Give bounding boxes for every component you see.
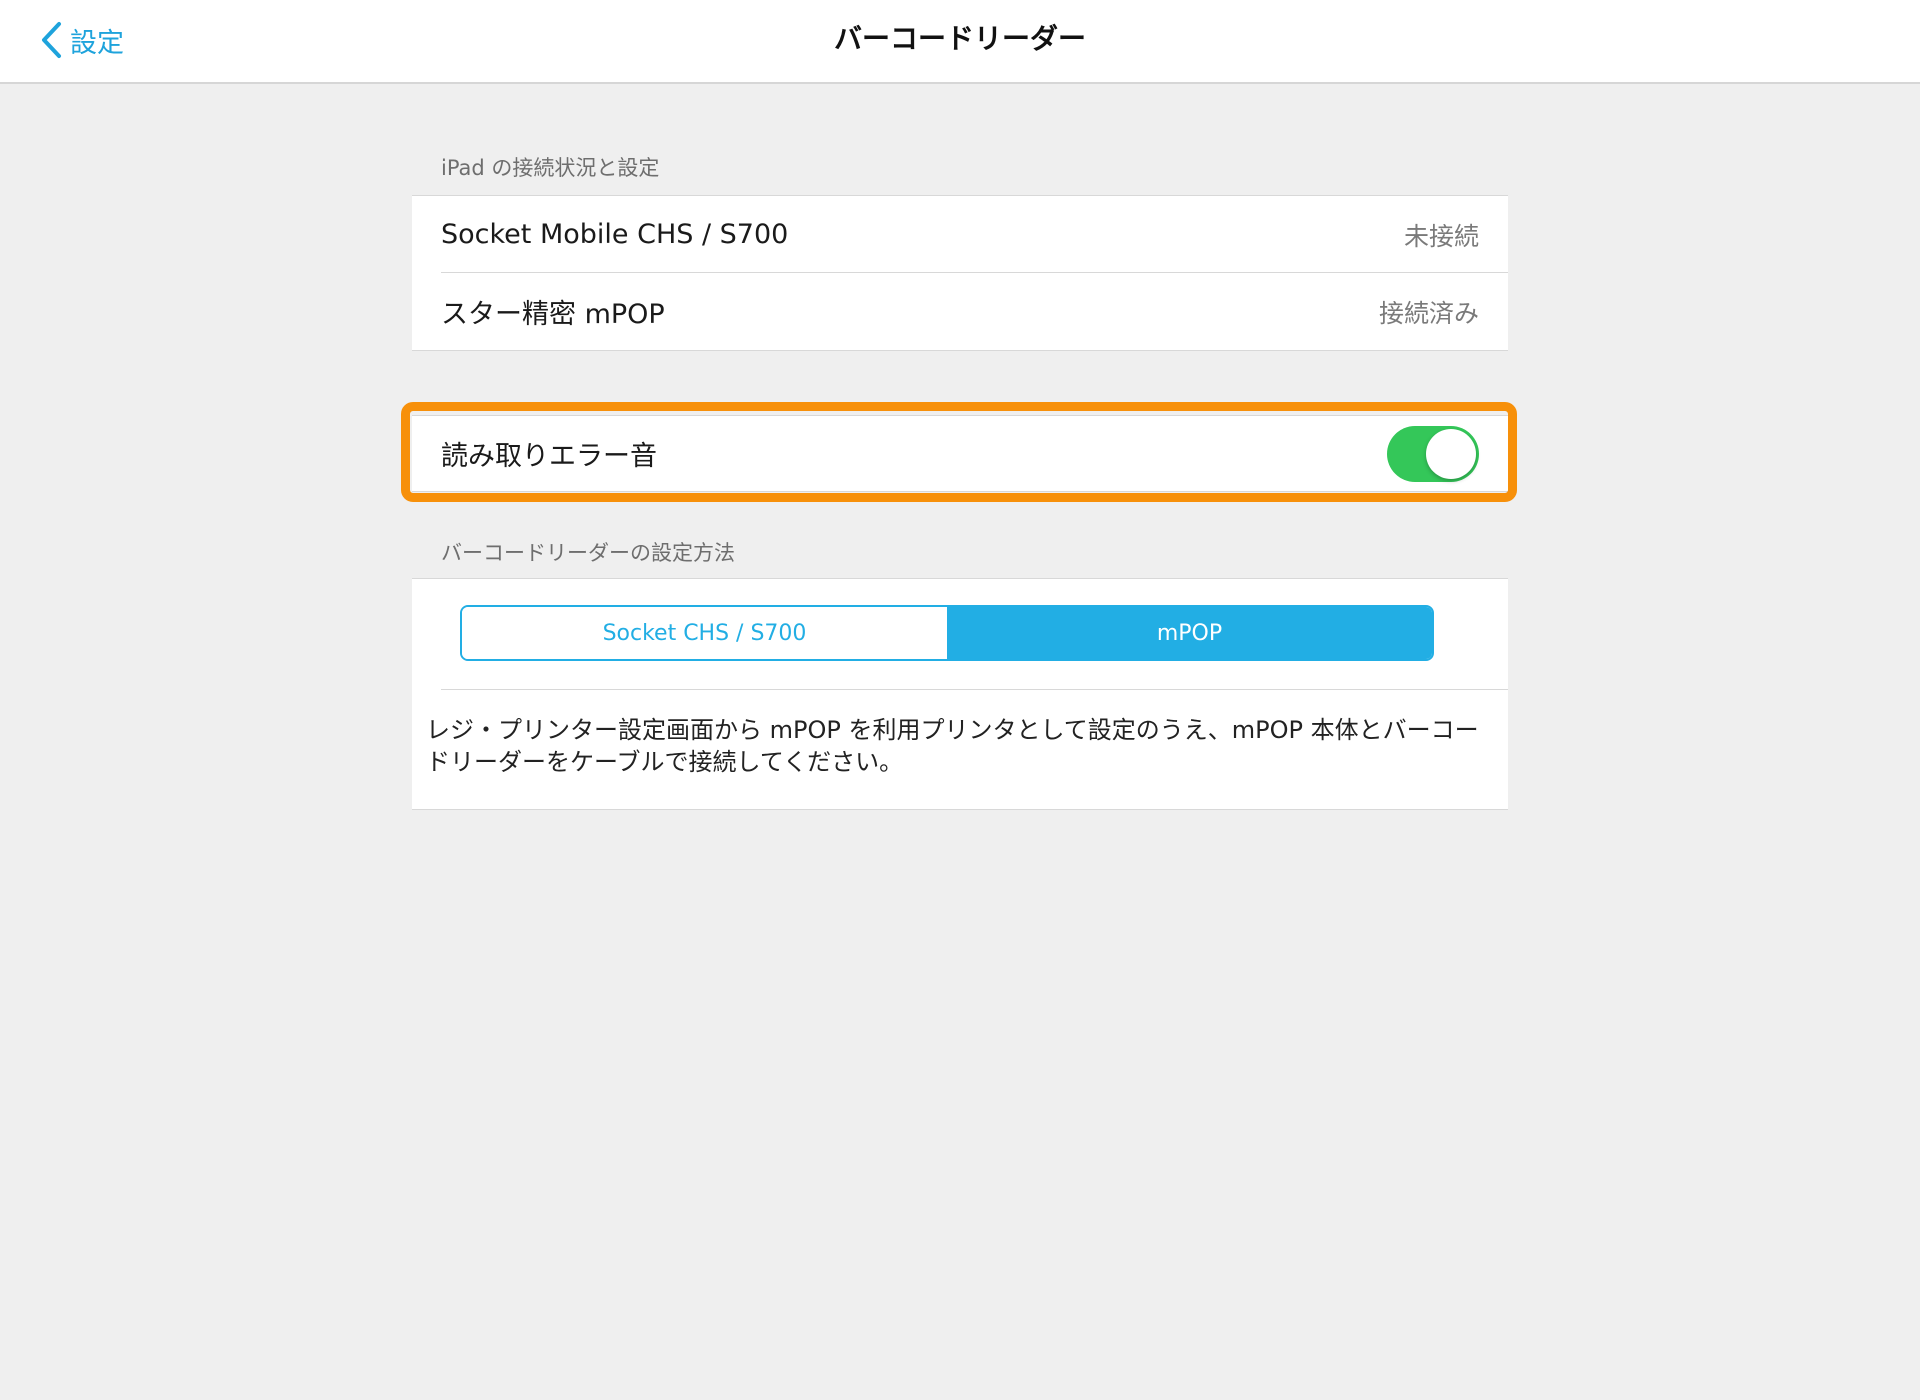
connection-status: 接続済み (1378, 298, 1479, 328)
connection-list: Socket Mobile CHS / S700 未接続 スター精密 mPOP … (412, 195, 1508, 351)
segment-socket-chs[interactable]: Socket CHS / S700 (462, 607, 947, 659)
reader-type-segmented-control: Socket CHS / S700 mPOP (460, 605, 1434, 661)
error-sound-label: 読み取りエラー音 (441, 441, 657, 472)
setup-method-group: Socket CHS / S700 mPOP レジ・プリンター設定画面から mP… (412, 578, 1508, 810)
device-row-mpop[interactable]: スター精密 mPOP 接続済み (412, 273, 1508, 350)
segment-mpop[interactable]: mPOP (947, 607, 1432, 659)
device-name: スター精密 mPOP (441, 299, 665, 330)
error-sound-toggle[interactable] (1387, 425, 1479, 482)
section-divider (441, 689, 1508, 690)
navigation-bar: 設定 バーコードリーダー (0, 0, 1920, 84)
error-sound-group: 読み取りエラー音 (412, 415, 1508, 492)
device-row-socket-mobile[interactable]: Socket Mobile CHS / S700 未接続 (412, 196, 1508, 273)
device-name: Socket Mobile CHS / S700 (441, 219, 789, 250)
connection-status: 未接続 (1403, 221, 1479, 251)
setup-section-header: バーコードリーダーの設定方法 (441, 541, 735, 565)
toggle-knob (1426, 428, 1476, 479)
page-title: バーコードリーダー (833, 22, 1086, 55)
error-sound-row: 読み取りエラー音 (412, 416, 1508, 491)
setup-instructions: レジ・プリンター設定画面から mPOP を利用プリンタとして設定のうえ、mPOP… (426, 716, 1479, 776)
connection-section-header: iPad の接続状況と設定 (441, 156, 660, 180)
